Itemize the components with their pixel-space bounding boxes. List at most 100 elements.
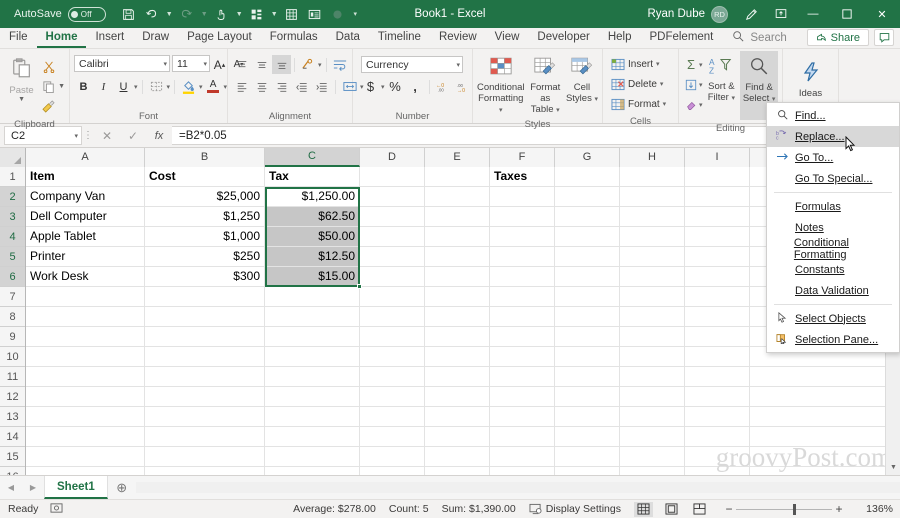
font-name-select[interactable]: Calibri ▾ [74, 55, 170, 72]
row-header-11[interactable]: 11 [0, 367, 25, 387]
cell-C5[interactable]: $12.50 [265, 247, 360, 267]
cell-C14[interactable] [265, 427, 360, 447]
cell-B14[interactable] [145, 427, 265, 447]
autosave-toggle[interactable]: Off [67, 6, 106, 22]
cell-B7[interactable] [145, 287, 265, 307]
sort-dropdown-icon[interactable]: ▼ [269, 3, 280, 25]
cell-F4[interactable] [490, 227, 555, 247]
cell-B11[interactable] [145, 367, 265, 387]
cell-E7[interactable] [425, 287, 490, 307]
borders-icon[interactable] [147, 77, 166, 96]
cell-D13[interactable] [360, 407, 425, 427]
wrap-text-icon[interactable] [331, 55, 350, 74]
cell-A16[interactable] [26, 467, 145, 475]
cell-E9[interactable] [425, 327, 490, 347]
sort-icon[interactable] [246, 3, 268, 25]
share-button[interactable]: Share [806, 29, 869, 46]
cell-G6[interactable] [555, 267, 620, 287]
decrease-decimal-icon[interactable]: .00 →0 [454, 77, 473, 96]
cell-J13[interactable] [750, 407, 900, 427]
column-header-E[interactable]: E [425, 148, 490, 167]
menu-item-data-validation[interactable]: Data Validation [767, 280, 899, 301]
fill-icon[interactable] [683, 75, 699, 94]
tab-developer[interactable]: Developer [528, 27, 598, 48]
cell-F1[interactable]: Taxes [490, 167, 555, 187]
cell-H3[interactable] [620, 207, 685, 227]
cell-E14[interactable] [425, 427, 490, 447]
zoom-slider[interactable]: − + [722, 502, 846, 516]
tab-insert[interactable]: Insert [86, 27, 133, 48]
cell-H12[interactable] [620, 387, 685, 407]
cell-B10[interactable] [145, 347, 265, 367]
cell-C15[interactable] [265, 447, 360, 467]
cell-B2[interactable]: $25,000 [145, 187, 265, 207]
delete-cells-button[interactable]: Delete ▾ [609, 75, 665, 93]
cell-J12[interactable] [750, 387, 900, 407]
cell-F5[interactable] [490, 247, 555, 267]
tab-help[interactable]: Help [599, 27, 641, 48]
menu-item-find[interactable]: Find... [767, 105, 899, 126]
cell-H16[interactable] [620, 467, 685, 475]
row-header-4[interactable]: 4 [0, 227, 25, 247]
autosave-control[interactable]: AutoSave Off [14, 6, 106, 22]
normal-view-icon[interactable] [634, 501, 653, 517]
comma-format-button[interactable]: , [406, 77, 425, 96]
minimize-button[interactable]: — [796, 0, 830, 28]
cell-D14[interactable] [360, 427, 425, 447]
sheet-tab-sheet1[interactable]: Sheet1 [44, 476, 108, 499]
cell-G9[interactable] [555, 327, 620, 347]
align-left-icon[interactable] [232, 77, 251, 96]
cell-D1[interactable] [360, 167, 425, 187]
cell-I7[interactable] [685, 287, 750, 307]
ribbon-display-options-icon[interactable] [766, 0, 796, 28]
cell-H6[interactable] [620, 267, 685, 287]
cell-C2[interactable]: $1,250.00 [265, 187, 360, 207]
cell-A1[interactable]: Item [26, 167, 145, 187]
cell-I13[interactable] [685, 407, 750, 427]
cell-F7[interactable] [490, 287, 555, 307]
row-header-7[interactable]: 7 [0, 287, 25, 307]
cell-B16[interactable] [145, 467, 265, 475]
cell-H7[interactable] [620, 287, 685, 307]
cell-D12[interactable] [360, 387, 425, 407]
cell-C1[interactable]: Tax [265, 167, 360, 187]
align-bottom-icon[interactable] [272, 55, 291, 74]
cancel-entry-icon[interactable]: ✕ [94, 129, 120, 143]
font-color-dropdown-icon[interactable]: ▾ [224, 83, 228, 91]
customize-qat-icon[interactable]: ▾ [350, 3, 361, 25]
cell-D11[interactable] [360, 367, 425, 387]
cell-I4[interactable] [685, 227, 750, 247]
cell-G2[interactable] [555, 187, 620, 207]
avatar[interactable]: RD [711, 5, 728, 23]
menu-item-replace[interactable]: bc Replace... [767, 126, 899, 147]
cell-I8[interactable] [685, 307, 750, 327]
cell-C8[interactable] [265, 307, 360, 327]
cell-C3[interactable]: $62.50 [265, 207, 360, 227]
cell-E6[interactable] [425, 267, 490, 287]
cell-I6[interactable] [685, 267, 750, 287]
cell-G13[interactable] [555, 407, 620, 427]
cell-F12[interactable] [490, 387, 555, 407]
cell-H5[interactable] [620, 247, 685, 267]
close-button[interactable]: ✕ [864, 0, 900, 28]
cell-C12[interactable] [265, 387, 360, 407]
percent-format-button[interactable]: % [386, 77, 405, 96]
underline-button[interactable]: U [114, 77, 133, 96]
cell-G3[interactable] [555, 207, 620, 227]
italic-button[interactable]: I [94, 77, 113, 96]
cell-A10[interactable] [26, 347, 145, 367]
cell-D9[interactable] [360, 327, 425, 347]
cell-A13[interactable] [26, 407, 145, 427]
cell-A11[interactable] [26, 367, 145, 387]
page-break-view-icon[interactable] [690, 502, 709, 517]
zoom-knob[interactable] [793, 503, 796, 515]
menu-item-conditional-formatting[interactable]: Conditional Formatting [767, 237, 899, 261]
insert-function-icon[interactable]: fx [146, 130, 172, 142]
align-center-icon[interactable] [252, 77, 271, 96]
horizontal-scroll-thumb[interactable] [135, 482, 900, 493]
column-header-C[interactable]: C [265, 148, 360, 167]
cell-I9[interactable] [685, 327, 750, 347]
cell-I10[interactable] [685, 347, 750, 367]
cell-D7[interactable] [360, 287, 425, 307]
zoom-level[interactable]: 136% [859, 503, 893, 515]
